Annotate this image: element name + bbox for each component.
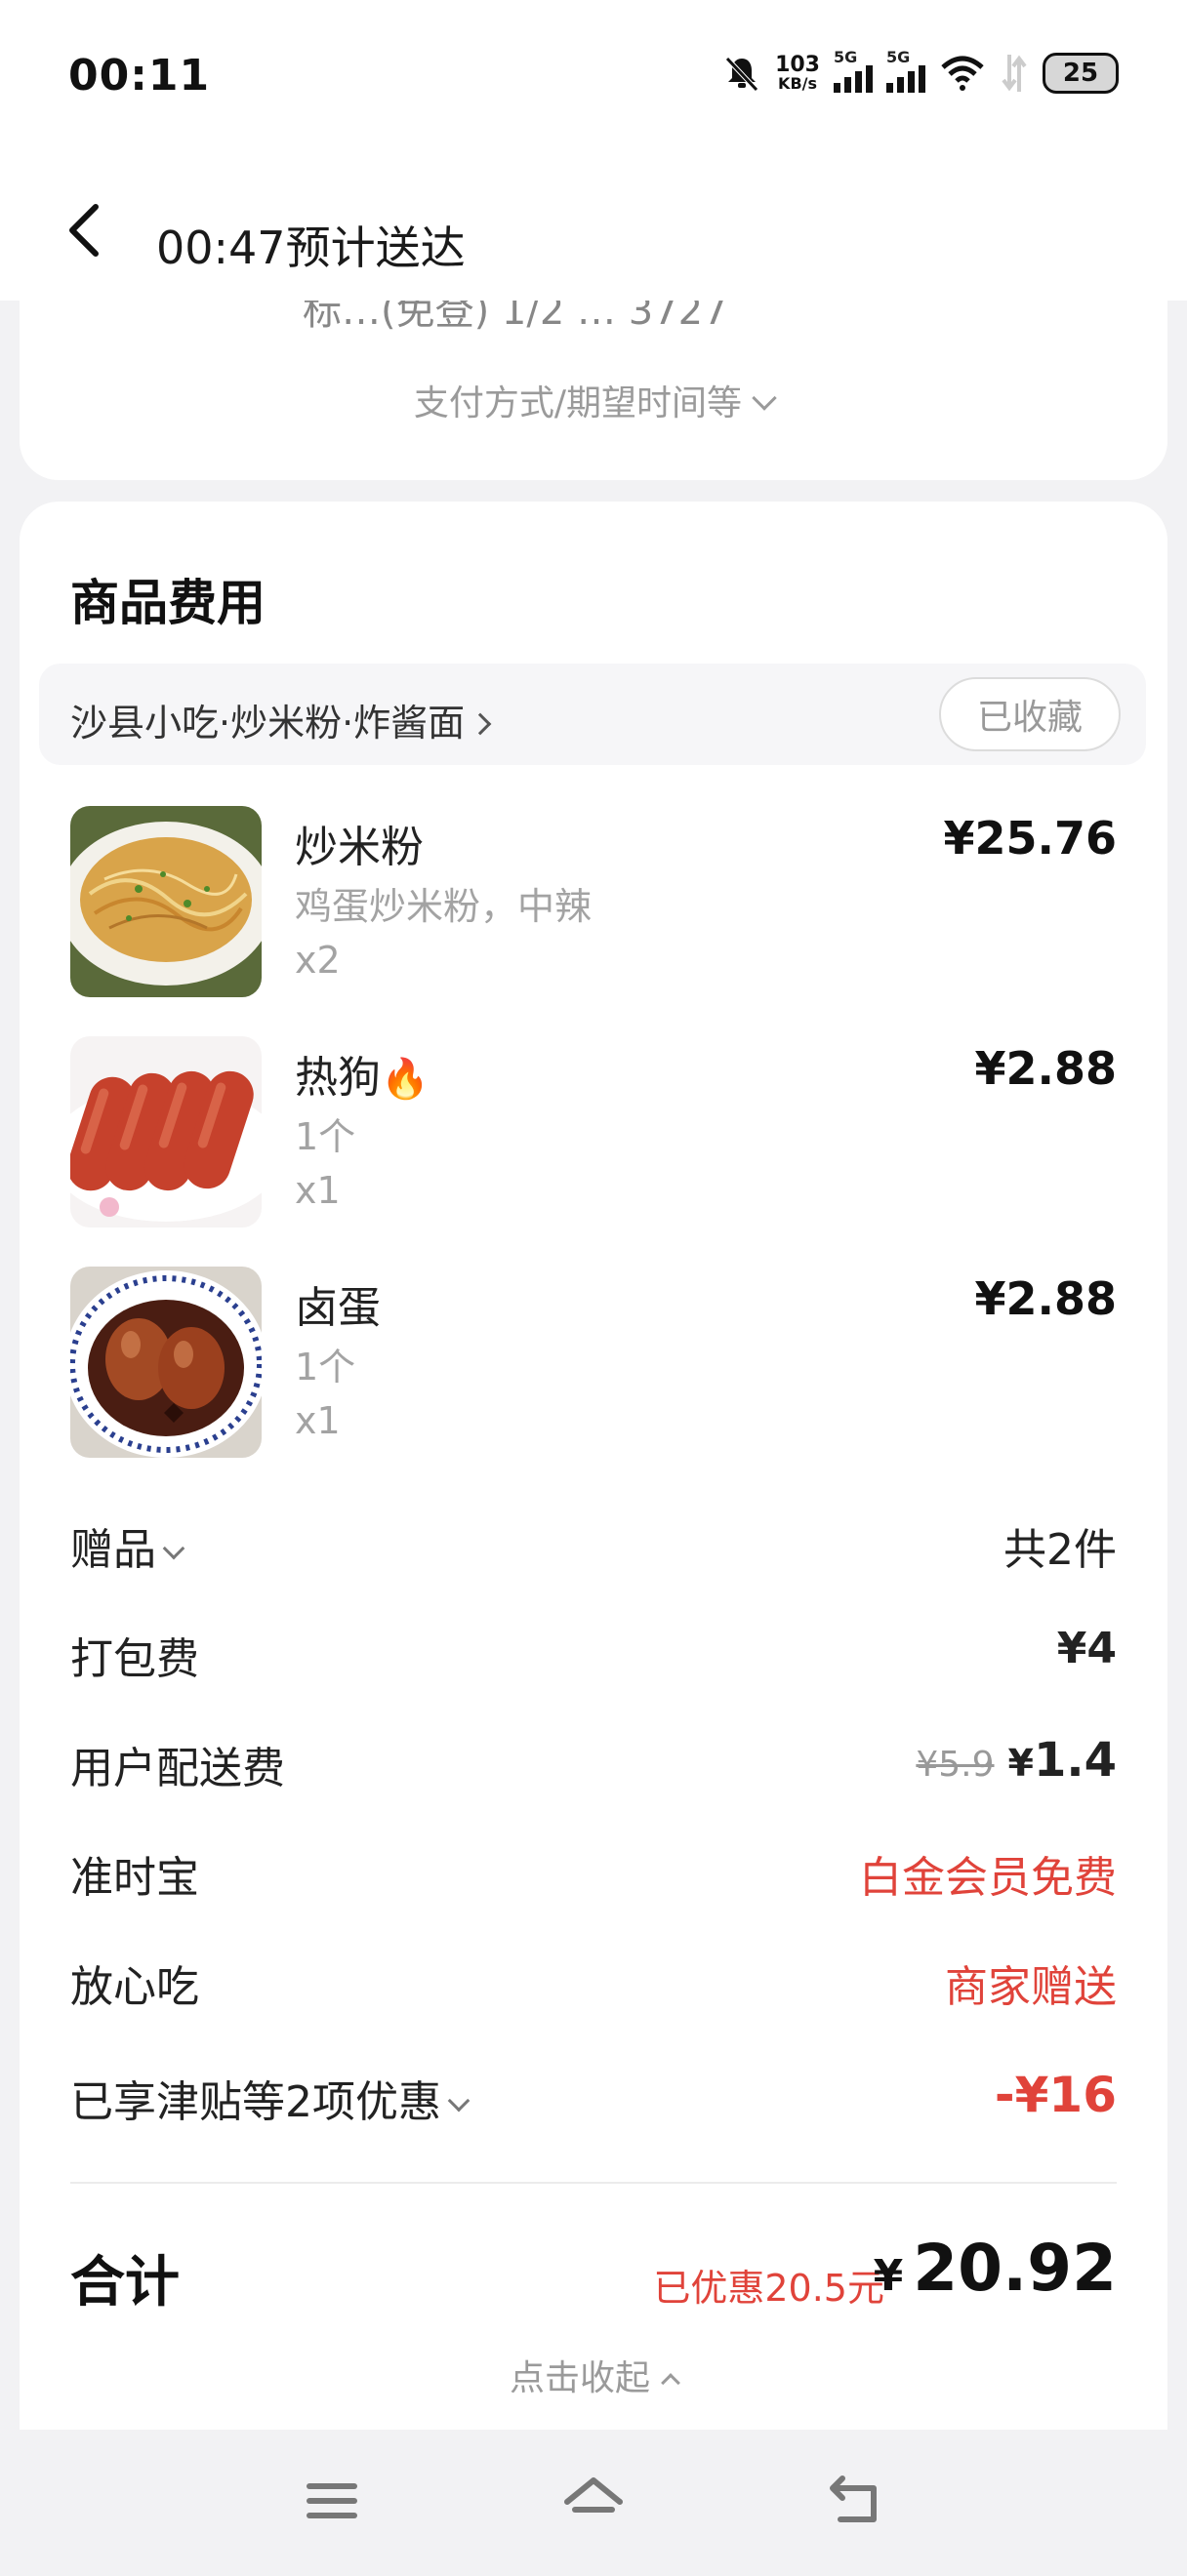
menu-button[interactable]	[298, 2467, 366, 2535]
delivery-fee-value: ¥5.9 ¥1.4	[916, 1733, 1117, 1788]
chevron-right-icon	[469, 712, 492, 736]
item-spec: 1个	[295, 1346, 356, 1389]
chevron-down-icon	[162, 1537, 185, 1560]
page-title: 00:47预计送达	[156, 221, 466, 274]
product-fees-card: 商品费用 沙县小吃·炒米粉·炸酱面 已收藏 炒米粉 鸡蛋炒米粉，中辣 x2 ¥2…	[20, 502, 1167, 2430]
section-title: 商品费用	[70, 575, 266, 631]
gift-label-text: 赠品	[70, 1525, 156, 1575]
status-time: 00:11	[68, 51, 211, 101]
gift-label[interactable]: 赠品	[70, 1514, 185, 1577]
signal-label: 5G	[834, 48, 858, 66]
nav-header: 00:47预计送达	[0, 156, 1187, 301]
payment-options-toggle[interactable]: 支付方式/期望时间等	[20, 375, 1167, 425]
delivery-info-card: 标…(免登) 1/2 … 3727 支付方式/期望时间等	[20, 301, 1167, 480]
list-item[interactable]: 卤蛋 1个 x1 ¥2.88	[20, 1267, 1167, 1462]
discount-label[interactable]: 已享津贴等2项优惠	[70, 2067, 471, 2129]
list-item[interactable]: 炒米粉 鸡蛋炒米粉，中辣 x2 ¥25.76	[20, 806, 1167, 1001]
discount-value: -¥16	[994, 2067, 1117, 2123]
item-thumbnail	[70, 806, 262, 997]
item-quantity: x1	[295, 1399, 341, 1442]
status-icons: 103 KB/s 5G 5G 25	[722, 48, 1119, 98]
delivery-fee-label: 用户配送费	[70, 1744, 285, 1793]
safe-eat-value: 商家赠送	[945, 1962, 1117, 2012]
order-detail-page: 00:11 103 KB/s 5G 5G 25 00:47预计送达 标…(免登)…	[0, 0, 1187, 2576]
back-nav-button[interactable]	[821, 2467, 889, 2535]
hot-fire-icon: 🔥	[381, 1057, 430, 1102]
signal-5g-1-icon: 5G	[834, 48, 873, 93]
item-price: ¥25.76	[943, 812, 1117, 865]
item-price: ¥2.88	[974, 1272, 1117, 1325]
payment-options-label: 支付方式/期望时间等	[413, 383, 743, 423]
divider	[70, 2182, 1117, 2184]
back-button[interactable]	[61, 201, 115, 260]
home-button[interactable]	[559, 2467, 628, 2535]
favorite-button[interactable]: 已收藏	[939, 677, 1121, 751]
item-name: 热狗🔥	[295, 1042, 430, 1105]
item-thumbnail	[70, 1267, 262, 1458]
total-currency: ¥	[873, 2251, 904, 2301]
safe-eat-row: 放心吃 商家赠送	[70, 1944, 1117, 2012]
collapse-toggle[interactable]: 点击收起	[20, 2350, 1167, 2400]
net-speed-unit: KB/s	[778, 74, 818, 93]
packing-fee-label: 打包费	[70, 1634, 199, 1684]
wifi-icon	[941, 56, 984, 91]
discount-label-text: 已享津贴等2项优惠	[70, 2077, 441, 2127]
ontime-row: 准时宝 白金会员免费	[70, 1834, 1117, 1903]
menu-icon	[307, 2483, 357, 2518]
safe-eat-label: 放心吃	[70, 1962, 199, 2012]
item-price: ¥2.88	[974, 1042, 1117, 1095]
data-arrows-icon	[1002, 55, 1027, 92]
item-name: 炒米粉	[295, 823, 424, 872]
chevron-down-icon	[447, 2089, 471, 2113]
home-icon	[564, 2477, 623, 2513]
return-icon	[830, 2475, 877, 2522]
item-spec: 鸡蛋炒米粉，中辣	[295, 885, 593, 928]
system-nav-bar	[0, 2430, 1187, 2576]
item-quantity: x2	[295, 939, 341, 982]
delivery-fee-original: ¥5.9	[916, 1745, 995, 1785]
signal-5g-2-icon: 5G	[886, 48, 925, 93]
item-name-text: 热狗	[295, 1053, 381, 1103]
mute-bell-icon	[725, 57, 758, 92]
delivery-fee-row: 用户配送费 ¥5.9 ¥1.4	[70, 1725, 1117, 1793]
shop-name-label: 沙县小吃·炒米粉·炸酱面	[70, 702, 466, 745]
status-bar: 00:11 103 KB/s 5G 5G 25	[0, 0, 1187, 156]
item-quantity: x1	[295, 1169, 341, 1212]
delivery-fee-amount: 1.4	[1033, 1733, 1117, 1788]
total-value: 20.92	[913, 2231, 1117, 2306]
ontime-value: 白金会员免费	[859, 1853, 1117, 1903]
saved-amount: 已优惠20.5元	[653, 2267, 884, 2310]
total-amount: ¥20.92	[874, 2231, 1117, 2306]
list-item[interactable]: 热狗🔥 1个 x1 ¥2.88	[20, 1036, 1167, 1231]
chevron-up-icon	[661, 2373, 680, 2393]
packing-fee-value: ¥4	[1056, 1624, 1117, 1673]
collapse-label: 点击收起	[509, 2358, 650, 2398]
total-label: 合计	[70, 2251, 180, 2314]
gift-row[interactable]: 赠品 共2件	[70, 1507, 1117, 1575]
shop-name[interactable]: 沙县小吃·炒米粉·炸酱面	[70, 693, 492, 746]
net-speed-value: 103	[775, 53, 820, 77]
battery-icon: 25	[1043, 53, 1119, 94]
net-speed: 103 KB/s	[775, 55, 820, 92]
chevron-down-icon	[752, 385, 777, 411]
ontime-label: 准时宝	[70, 1853, 199, 1903]
shop-row[interactable]: 沙县小吃·炒米粉·炸酱面 已收藏	[39, 664, 1146, 765]
signal-label: 5G	[886, 48, 911, 66]
gift-value: 共2件	[1003, 1525, 1117, 1575]
back-arrow-icon	[69, 204, 99, 257]
discount-row[interactable]: 已享津贴等2项优惠 -¥16	[70, 2059, 1117, 2127]
item-thumbnail	[70, 1036, 262, 1228]
delivery-fee-currency: ¥	[1007, 1742, 1034, 1785]
packing-fee-row: 打包费 ¥4	[70, 1616, 1117, 1684]
item-name: 卤蛋	[295, 1283, 381, 1333]
item-spec: 1个	[295, 1115, 356, 1158]
